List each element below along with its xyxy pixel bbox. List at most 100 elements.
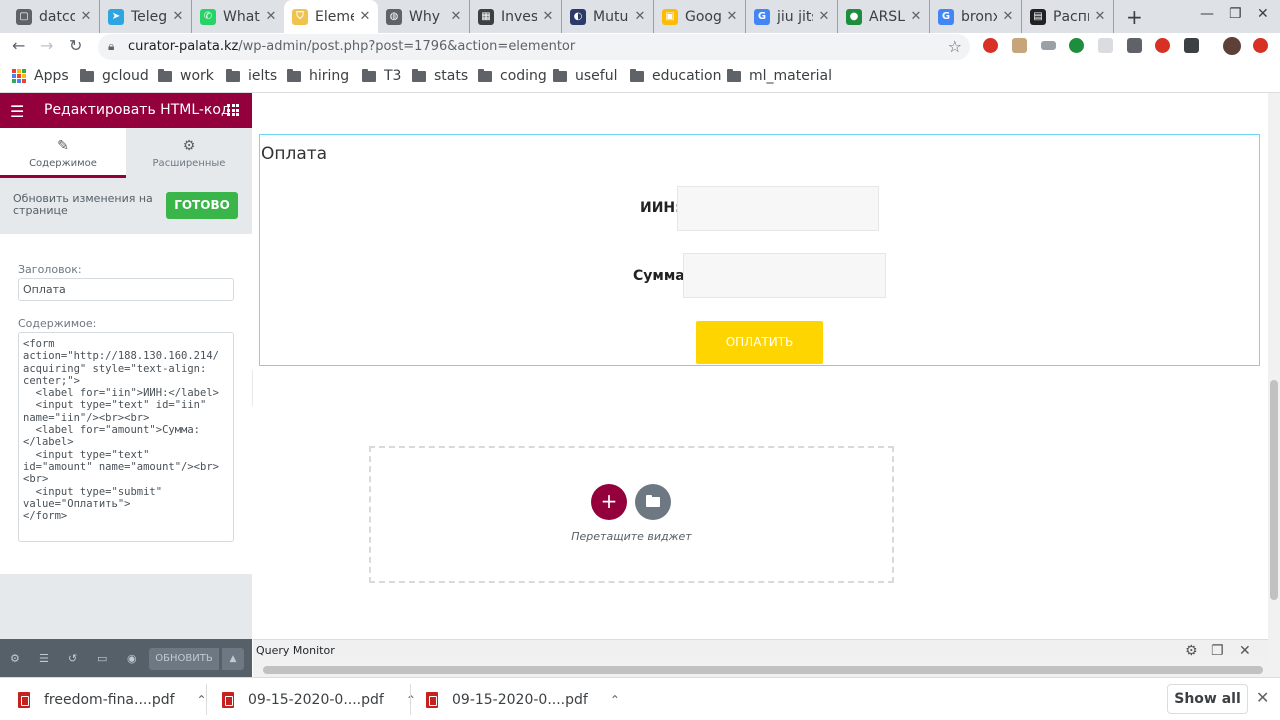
browser-tab[interactable]: Gjiu jits ✕ <box>746 0 838 33</box>
tab-close-icon[interactable]: ✕ <box>1001 9 1015 24</box>
address-bar[interactable]: 🔒︎ curator-palata.kz/wp-admin/post.php?p… <box>98 34 970 60</box>
download-item[interactable]: 09-15-2020-0....pdf⌃ <box>426 678 620 720</box>
restore-icon[interactable]: ❐ <box>1229 6 1242 22</box>
update-alert-icon[interactable] <box>1253 38 1268 53</box>
pay-button[interactable]: ОПЛАТИТЬ <box>696 321 823 364</box>
tab-close-icon[interactable]: ✕ <box>633 9 647 24</box>
tab-close-icon[interactable]: ✕ <box>79 9 93 24</box>
tab-favicon-icon: ● <box>846 8 862 25</box>
extension-puzzle-icon[interactable] <box>1127 38 1142 53</box>
back-icon[interactable]: ← <box>12 36 25 55</box>
iin-input[interactable] <box>677 186 879 231</box>
tab-title: Mutu: <box>593 8 629 25</box>
chevron-up-icon[interactable]: ⌃ <box>610 693 620 707</box>
extension-cat-icon[interactable] <box>1012 38 1027 53</box>
tab-close-icon[interactable]: ✕ <box>1093 9 1107 24</box>
bookmark-folder[interactable]: coding <box>478 68 547 84</box>
bookmark-folder[interactable]: hiring <box>287 68 349 84</box>
save-options-caret-icon[interactable]: ▲ <box>222 648 244 670</box>
panel-tabs: ✎ Содержимое ⚙ Расширенные <box>0 128 252 178</box>
query-monitor-bar: Query Monitor ⚙ ❐ ✕ <box>253 639 1268 663</box>
browser-tab[interactable]: ▣ Googl ✕ <box>654 0 746 33</box>
tab-title: Eleme <box>315 8 354 25</box>
extension-s-icon[interactable] <box>1069 38 1084 53</box>
close-shelf-icon[interactable]: ✕ <box>1256 688 1269 707</box>
extension-d-icon[interactable] <box>1184 38 1199 53</box>
html-code-editor[interactable]: <form action="http://188.130.160.214/ ac… <box>18 332 234 542</box>
minimize-icon[interactable]: — <box>1200 6 1214 22</box>
bookmark-star-icon[interactable]: ☆ <box>948 37 962 56</box>
extension-magnet-icon[interactable] <box>983 38 998 53</box>
tab-close-icon[interactable]: ✕ <box>449 9 463 24</box>
bookmark-folder[interactable]: T3 <box>362 68 401 84</box>
tab-close-icon[interactable]: ✕ <box>264 9 278 24</box>
browser-tab[interactable]: Gbronx ✕ <box>930 0 1022 33</box>
template-folder-icon[interactable] <box>635 484 671 520</box>
qm-popout-icon[interactable]: ❐ <box>1211 643 1224 659</box>
update-button[interactable]: ОБНОВИТЬ <box>149 648 219 670</box>
qm-settings-icon[interactable]: ⚙ <box>1185 643 1198 659</box>
tab-close-icon[interactable]: ✕ <box>817 9 831 24</box>
tab-close-icon[interactable]: ✕ <box>358 9 372 24</box>
browser-tab[interactable]: ➤ Teleg ✕ <box>100 0 192 33</box>
download-item[interactable]: freedom-fina....pdf ⌃ <box>18 678 207 720</box>
extension-box-icon[interactable] <box>1098 38 1113 53</box>
gear-icon: ⚙ <box>182 138 196 154</box>
extension-adblock-icon[interactable] <box>1155 38 1170 53</box>
browser-tab[interactable]: ⛉ Eleme ✕ <box>284 0 378 33</box>
bookmark-folder[interactable]: work <box>158 68 214 84</box>
navigator-icon[interactable]: ☰ <box>39 652 49 665</box>
browser-tab[interactable]: ▤ Распи ✕ <box>1022 0 1114 33</box>
responsive-icon[interactable]: ▭ <box>97 652 107 665</box>
widgets-grid-icon[interactable] <box>227 104 239 116</box>
browser-tab[interactable]: ▢ datco ✕ <box>8 0 100 33</box>
reload-icon[interactable]: ↻ <box>69 36 82 55</box>
add-section-plus-icon[interactable]: + <box>591 484 627 520</box>
lock-icon: 🔒︎ <box>108 39 115 53</box>
tab-close-icon[interactable]: ✕ <box>909 9 923 24</box>
profile-avatar[interactable] <box>1223 37 1241 55</box>
folder-icon <box>412 68 426 82</box>
new-tab-button[interactable]: + <box>1126 5 1143 29</box>
panel-title: Редактировать HTML-код <box>44 102 231 118</box>
update-notice: Обновить изменения на странице ГОТОВО <box>0 178 252 234</box>
bookmark-folder[interactable]: ml_material <box>727 68 832 84</box>
done-button[interactable]: ГОТОВО <box>166 192 238 219</box>
tab-content[interactable]: ✎ Содержимое <box>0 128 126 178</box>
pdf-file-icon <box>18 691 30 708</box>
tab-advanced[interactable]: ⚙ Расширенные <box>126 128 252 178</box>
bookmark-label: gcloud <box>102 68 149 84</box>
show-all-button[interactable]: Show all <box>1167 684 1248 714</box>
settings-icon[interactable]: ⚙ <box>10 652 20 665</box>
drop-zone[interactable]: Перетащите виджет <box>369 446 894 583</box>
bookmark-folder[interactable]: gcloud <box>80 68 149 84</box>
bookmark-folder[interactable]: ielts <box>226 68 277 84</box>
amount-input[interactable] <box>683 253 886 298</box>
tab-close-icon[interactable]: ✕ <box>541 9 555 24</box>
forward-icon[interactable]: → <box>40 36 53 55</box>
tab-close-icon[interactable]: ✕ <box>171 9 185 24</box>
bookmark-folder[interactable]: education <box>630 68 721 84</box>
tab-favicon-icon: ▦ <box>478 8 494 25</box>
tab-title: Googl <box>685 8 721 25</box>
tab-title: bronx <box>961 8 997 25</box>
browser-tab[interactable]: ● ARSL ✕ <box>838 0 930 33</box>
horizontal-scrollbar[interactable] <box>253 663 1280 677</box>
tab-close-icon[interactable]: ✕ <box>725 9 739 24</box>
bookmark-apps[interactable]: Apps <box>12 68 69 84</box>
browser-tab[interactable]: ✆ What: ✕ <box>192 0 284 33</box>
qm-close-icon[interactable]: ✕ <box>1239 643 1251 659</box>
bookmark-folder[interactable]: stats <box>412 68 468 84</box>
scrollbar-thumb[interactable] <box>1270 380 1278 600</box>
menu-icon[interactable]: ☰ <box>10 102 24 121</box>
bookmark-folder[interactable]: useful <box>553 68 617 84</box>
history-icon[interactable]: ↺ <box>68 652 77 665</box>
extension-screen-icon[interactable] <box>1041 41 1056 50</box>
browser-tab[interactable]: ▦ Invest ✕ <box>470 0 562 33</box>
browser-tab[interactable]: ◍ Why a ✕ <box>378 0 470 33</box>
close-window-icon[interactable]: ✕ <box>1257 6 1269 22</box>
heading-input[interactable]: Оплата <box>18 278 234 301</box>
browser-tab[interactable]: ◐ Mutu: ✕ <box>562 0 654 33</box>
preview-eye-icon[interactable]: ◉ <box>127 652 137 665</box>
download-item[interactable]: 09-15-2020-0....pdf⌃ <box>222 678 416 720</box>
